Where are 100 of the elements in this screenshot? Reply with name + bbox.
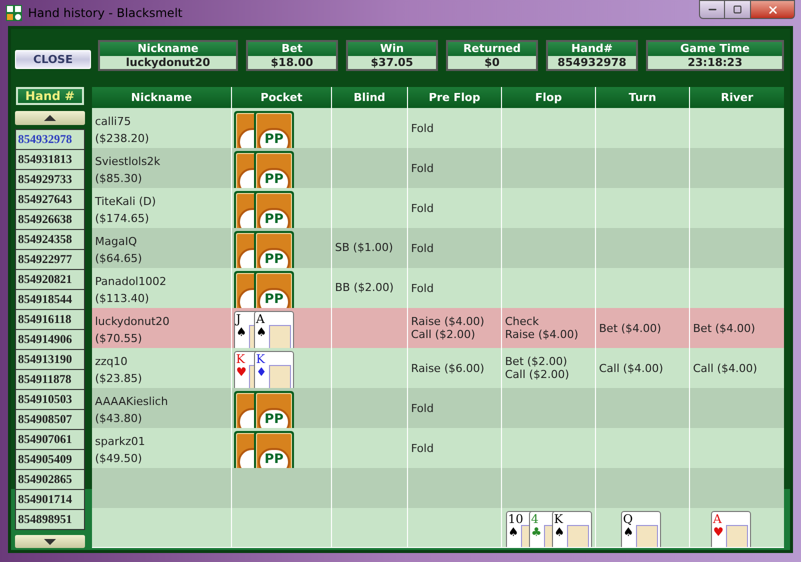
hand-list-item[interactable]: 854914906 [16,330,84,349]
player-name: calli75 [95,114,132,129]
hand-list-item[interactable]: 854907061 [16,430,84,449]
column-header: Blind [332,87,408,108]
card-rank: K [554,513,563,526]
card-logo: PP [264,133,284,147]
hand-list-item[interactable]: 854920821 [16,270,84,289]
hand-list-item[interactable]: 854931813 [16,150,84,169]
column-header: Pre Flop [408,87,502,108]
summary-label: Game Time [648,42,782,56]
card-rank: K [256,353,265,366]
action-text: Call ($2.00) [411,328,476,341]
scroll-down-button[interactable] [15,535,85,548]
action-text: Raise ($6.00) [411,362,484,374]
action-text: Fold [411,242,434,254]
card-rank: A [713,513,722,526]
card-rank: 4 [531,513,539,526]
player-stack: ($70.55) [95,331,144,347]
summary-value: 23:18:23 [686,56,744,69]
action-text: Bet ($4.00) [599,322,662,334]
summary-label: Nickname [100,42,236,56]
action-text: Call ($4.00) [693,362,758,374]
close-button[interactable]: CLOSE [15,50,91,69]
card-logo: PP [264,253,284,267]
card-rank: A [256,313,265,326]
hand-list-item[interactable]: 854927643 [16,190,84,209]
player-name: Sviestlols2k [95,154,162,169]
hand-list-item[interactable]: 854922977 [16,250,84,269]
card-logo: PP [264,293,284,307]
action-text: Raise ($4.00) [505,328,578,341]
minimize-button[interactable] [699,0,725,19]
action-text: Check [505,315,540,328]
card-logo: PP [264,453,284,467]
action-text: Call ($4.00) [599,362,664,374]
column-header: Nickname [92,87,232,108]
player-name: MagaIQ [95,234,138,249]
app-logo-icon [6,5,22,21]
card-suit: ♠ [236,326,247,339]
hand-list-item[interactable]: 854902865 [16,470,84,489]
action-text: Bet ($4.00) [693,322,756,334]
player-name: luckydonut20 [95,314,171,329]
player-name: zzq10 [95,354,129,369]
hand-list-item[interactable]: 854924358 [16,230,84,249]
card-logo: PP [264,413,284,427]
player-stack: ($113.40) [95,291,150,307]
scroll-up-button[interactable] [15,111,85,125]
card-rank: K [236,353,245,366]
hand-list-item[interactable]: 854926638 [16,210,84,229]
card-suit: ♠ [554,526,565,539]
window-title: Hand history - Blacksmelt [28,5,182,22]
hand-list-item[interactable]: 854929733 [16,170,84,189]
summary-value: luckydonut20 [124,56,212,69]
player-name: sparkz01 [95,434,146,449]
blind-text: BB ($2.00) [335,280,394,296]
action-text: Fold [411,202,434,214]
action-text: Fold [411,122,434,134]
summary-value: $37.05 [370,56,414,69]
hand-list-item[interactable]: 854905409 [16,450,84,469]
card-suit: ♥ [713,526,724,539]
player-stack: ($238.20) [95,131,150,147]
player-stack: ($64.65) [95,251,144,267]
action-text: Bet ($2.00) [505,355,568,368]
action-text: Call ($2.00) [505,368,570,381]
card-suit: ♠ [623,526,634,539]
hand-list-item[interactable]: 854916118 [16,310,84,329]
down-arrow-icon [44,538,56,544]
action-text: Fold [411,442,434,454]
hand-list-item[interactable]: 854901714 [16,490,84,509]
hand-list-item[interactable]: 854918544 [16,290,84,309]
card-logo: PP [264,173,284,187]
summary-value: $0 [483,56,501,69]
up-arrow-icon [44,115,56,121]
card-suit: ♥ [236,366,247,379]
hand-list-item[interactable]: 854911878 [16,370,84,389]
summary-label: Hand# [548,42,636,56]
hand-list-item[interactable]: 854908507 [16,410,84,429]
action-text: Fold [411,402,434,414]
hand-list-item[interactable]: 854932978 [16,130,84,149]
action-text: Fold [411,162,434,174]
card-suit: ♠ [256,326,267,339]
card-rank: J [236,313,241,326]
player-stack: ($23.85) [95,371,144,387]
card-logo: PP [264,213,284,227]
player-stack: ($174.65) [95,211,150,227]
hand-list-item[interactable]: 854910503 [16,390,84,409]
hand-list-header: Hand # [16,87,84,105]
hand-list-item[interactable]: 854898951 [16,510,84,529]
player-name: AAAAKieslich [95,394,169,409]
card-suit: ♣ [531,526,542,539]
close-icon [766,4,778,16]
column-header: Flop [502,87,596,108]
summary-value: 854932978 [556,56,628,69]
card-suit: ♦ [256,366,267,379]
hand-list-item[interactable]: 854913190 [16,350,84,369]
maximize-button[interactable] [725,0,751,19]
close-window-button[interactable] [751,0,795,19]
column-header: River [690,87,784,108]
player-stack: ($49.50) [95,451,144,467]
maximize-icon [733,5,742,14]
column-header: Pocket [232,87,332,108]
